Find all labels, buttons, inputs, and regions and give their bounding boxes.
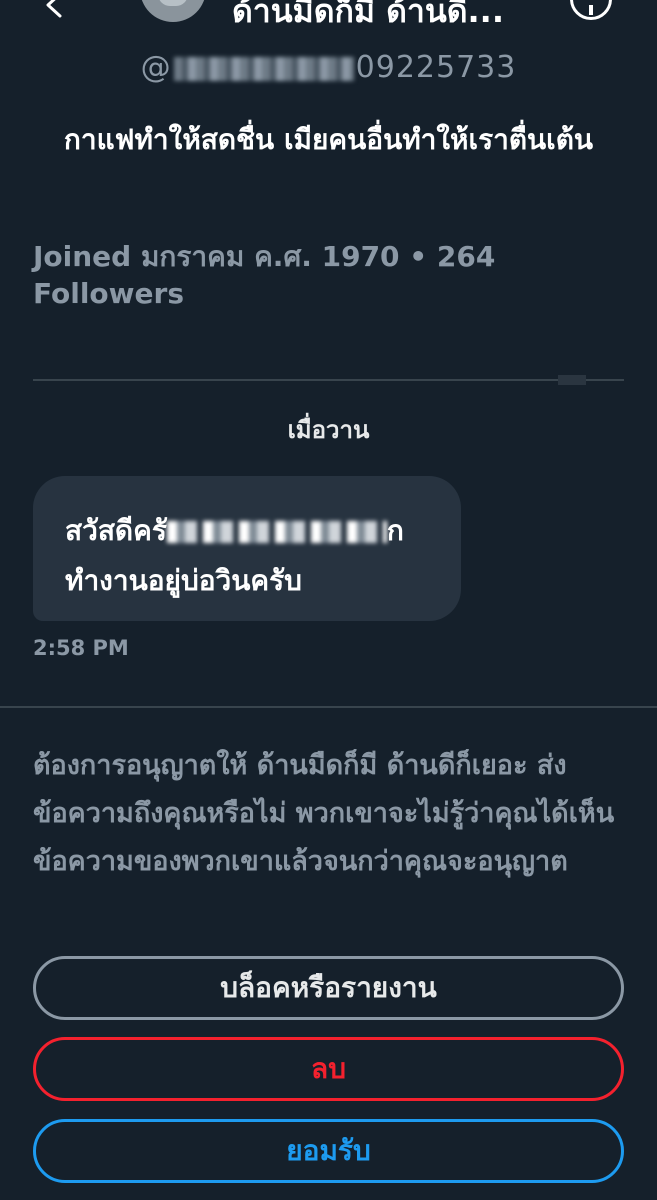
accept-button[interactable]: ยอมรับ <box>33 1119 624 1183</box>
message-bubble[interactable]: สวัสดีครั ก ทำงานอยู่บ่อวินครับ <box>33 476 461 621</box>
info-icon[interactable] <box>570 0 612 20</box>
conversation-header: ด้านมืดก็มี ด้านดี... <box>0 0 657 32</box>
divider-mark <box>558 375 586 385</box>
message-redaction <box>166 521 387 543</box>
chevron-left-icon[interactable] <box>40 0 70 20</box>
profile-joined-followers: Joined มกราคม ค.ศ. 1970 • 264 Followers <box>33 240 496 310</box>
avatar[interactable] <box>140 0 206 22</box>
divider <box>33 379 624 381</box>
delete-button[interactable]: ลบ <box>33 1037 624 1101</box>
dm-request-screen: ด้านมืดก็มี ด้านดี... @09225733 กาแฟทำให… <box>0 0 657 1200</box>
handle-prefix: @ <box>140 50 172 85</box>
divider <box>0 706 657 708</box>
block-or-report-button[interactable]: บล็อคหรือรายงาน <box>33 956 624 1020</box>
message-timestamp: 2:58 PM <box>33 636 129 660</box>
profile-bio: กาแฟทำให้สดชื่น เมียคนอื่นทำให้เราตื่นเต… <box>63 123 594 156</box>
message-text-start: สวัสดีครั <box>65 514 167 547</box>
message-request-prompt: ต้องการอนุญาตให้ ด้านมืดก็มี ด้านดีก็เยอ… <box>33 750 615 877</box>
message-line-1: สวัสดีครั ก <box>65 506 431 556</box>
message-line-2: ทำงานอยู่บ่อวินครับ <box>65 564 302 597</box>
handle-suffix: 09225733 <box>355 50 517 85</box>
profile-handle: @09225733 <box>0 50 657 85</box>
message-text-end: ก <box>386 514 404 547</box>
header-display-name[interactable]: ด้านมืดก็มี ด้านดี... <box>232 0 562 37</box>
date-separator: เมื่อวาน <box>287 416 370 444</box>
handle-redaction <box>173 56 354 81</box>
